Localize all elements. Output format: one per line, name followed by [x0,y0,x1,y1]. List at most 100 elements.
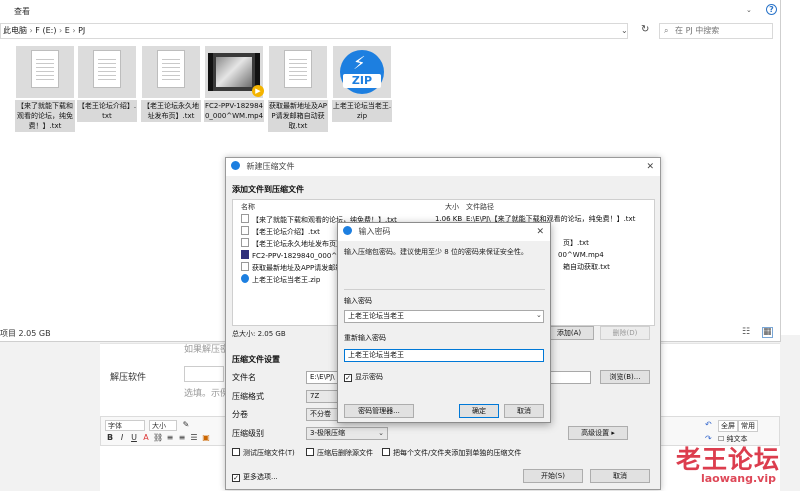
checkbox-box [306,448,314,456]
undo-icon[interactable]: ↶ [705,420,712,429]
refresh-icon[interactable]: ↻ [641,24,649,35]
expand-ribbon-icon[interactable]: ⌄ [746,6,752,14]
divider [344,289,545,290]
details-view-icon[interactable]: ☷ [742,327,750,337]
watermark-logo: 老王论坛 [675,445,780,474]
status-prefix: 项目 [0,329,16,338]
zip-file-icon [241,274,249,283]
reenter-password-input[interactable]: 上老王论坛当老王 [344,349,544,362]
level-select[interactable]: 3-极限压缩 ⌄ [306,427,388,440]
breadcrumb-0[interactable]: 此电脑 [1,26,27,35]
delete-source-checkbox[interactable]: 压缩后删除源文件 [306,448,373,458]
common-button[interactable]: 常用 [738,420,758,432]
level-label: 压缩级别 [232,429,264,438]
underline-icon[interactable]: U [129,433,139,442]
file-name: 【来了就能下载和观看的论坛，纯免费！】.txt [15,100,75,132]
col-size[interactable]: 大小 [445,202,459,212]
checkbox-box [382,448,390,456]
size-select[interactable]: 大小 [149,420,177,431]
col-name[interactable]: 名称 [241,202,255,212]
breadcrumb-2[interactable]: E [65,26,70,35]
file-name: FC2-PPV-1829840_000^WM.mp4 [204,100,264,122]
list-item[interactable]: 上老王论坛当老王.zip [241,274,320,285]
align-left-icon[interactable]: ≡ [165,433,175,442]
file-item[interactable]: 【来了就能下载和观看的论坛，纯免费！】.txt [15,46,75,132]
password-input[interactable]: 上老王论坛当老王 [344,310,544,323]
more-options-checkbox[interactable]: ✓ 更多选项... [232,472,278,482]
add-files-heading: 添加文件到压缩文件 [232,185,304,194]
separate-archives-checkbox[interactable]: 把每个文件/文件夹添加到单独的压缩文件 [382,448,521,458]
video-file-icon [241,250,249,259]
breadcrumb-1[interactable]: F (E:) [35,26,56,35]
paint-icon[interactable]: ✎ [181,420,191,429]
file-name: 上老王论坛当老王.zip [332,100,392,122]
ribbon-tab-view[interactable]: 查看 [14,6,30,17]
file-item[interactable]: ▶ FC2-PPV-1829840_000^WM.mp4 [204,46,264,122]
test-archive-checkbox[interactable]: 测试压缩文件(T) [232,448,295,458]
image-icon[interactable]: ▣ [201,433,211,442]
dialog-title: 新建压缩文件 [246,162,295,171]
italic-icon[interactable]: I [117,433,127,442]
fullscreen-button[interactable]: 全屏 [718,420,738,432]
split-select[interactable]: 不分卷 [306,408,338,421]
font-color-icon[interactable]: A [141,433,151,442]
address-bar[interactable]: 此电脑 › F (E:) › E › PJ [0,23,628,39]
file-item[interactable]: 【老王论坛介绍】.txt [77,46,137,122]
help-icon[interactable]: ? [766,4,777,15]
checkbox-checked: ✓ [232,474,240,482]
advanced-settings-button[interactable]: 高级设置 ▸ [568,426,628,440]
list-icon[interactable]: ☰ [189,433,199,442]
link-icon[interactable]: ⛓ [153,433,163,442]
delete-button[interactable]: 删除(D) [600,326,650,340]
address-dropdown-icon[interactable]: ⌄ [621,26,628,35]
chevron-down-icon[interactable]: ⌄ [536,311,542,319]
font-select[interactable]: 字体 [105,420,145,431]
checkbox-box [232,448,240,456]
dialog-title: 输入密码 [358,227,391,236]
align-center-icon[interactable]: ≡ [177,433,187,442]
dialog-titlebar: 输入密码 ✕ [338,223,550,241]
text-file-icon [241,262,249,271]
list-item[interactable]: 【老王论坛介绍】.txt [241,226,320,237]
add-button[interactable]: 添加(A) [544,326,594,340]
ok-button[interactable]: 确定 [459,404,499,418]
text-file-icon [78,46,136,98]
text-file-icon [241,226,249,235]
search-box[interactable]: ⌕ 在 PJ 中搜索 [659,23,773,39]
split-value: 不分卷 [310,410,331,418]
password-manager-button[interactable]: 密码管理器... [344,404,414,418]
password-dialog: 输入密码 ✕ 输入压缩包密码。建议使用至少 8 位的密码来保证安全性。 输入密码… [337,222,551,423]
unzip-software-input[interactable] [184,366,224,382]
large-icons-view-icon[interactable]: ▦ [762,327,773,338]
cancel-button[interactable]: 取消 [504,404,544,418]
checkbox-label: 显示密码 [355,373,383,381]
row-path: 箱自动获取.txt [563,263,610,271]
bold-icon[interactable]: B [105,433,115,442]
format-value: 7Z [310,392,320,400]
format-select[interactable]: 7Z [306,390,338,403]
file-item[interactable]: 获取最新地址及APP请发邮箱自动获取.txt [268,46,328,132]
text-file-icon [241,214,249,223]
unzip-example-hint: 选填。示例 [184,389,230,399]
list-header: 名称 大小 文件路径 [233,202,654,212]
close-icon[interactable]: ✕ [646,158,654,176]
show-password-checkbox[interactable]: ✓ 显示密码 [344,372,383,382]
file-item[interactable]: ⚡ ZIP 上老王论坛当老王.zip [332,46,392,122]
row-name: 【老王论坛介绍】.txt [252,228,320,236]
text-file-icon [142,46,200,98]
browse-button[interactable]: 浏览(B)... [600,370,650,384]
split-label: 分卷 [232,410,248,419]
level-value: 3-极限压缩 [310,429,345,437]
breadcrumb-3[interactable]: PJ [78,26,85,35]
close-icon[interactable]: ✕ [536,223,544,241]
row-name: 上老王论坛当老王.zip [252,276,321,284]
watermark-url: laowang.vip [700,472,776,485]
unzip-hint: 如果解压密 [184,345,230,355]
col-path[interactable]: 文件路径 [466,202,494,212]
status-bar: 项目 2.05 GB [0,328,51,339]
cancel-button[interactable]: 取消 [590,469,650,483]
video-file-icon: ▶ [205,46,264,98]
file-item[interactable]: 【老王论坛永久地址发布页】.txt [141,46,201,122]
checkbox-label: 测试压缩文件(T) [243,449,295,457]
start-button[interactable]: 开始(S) [523,469,583,483]
